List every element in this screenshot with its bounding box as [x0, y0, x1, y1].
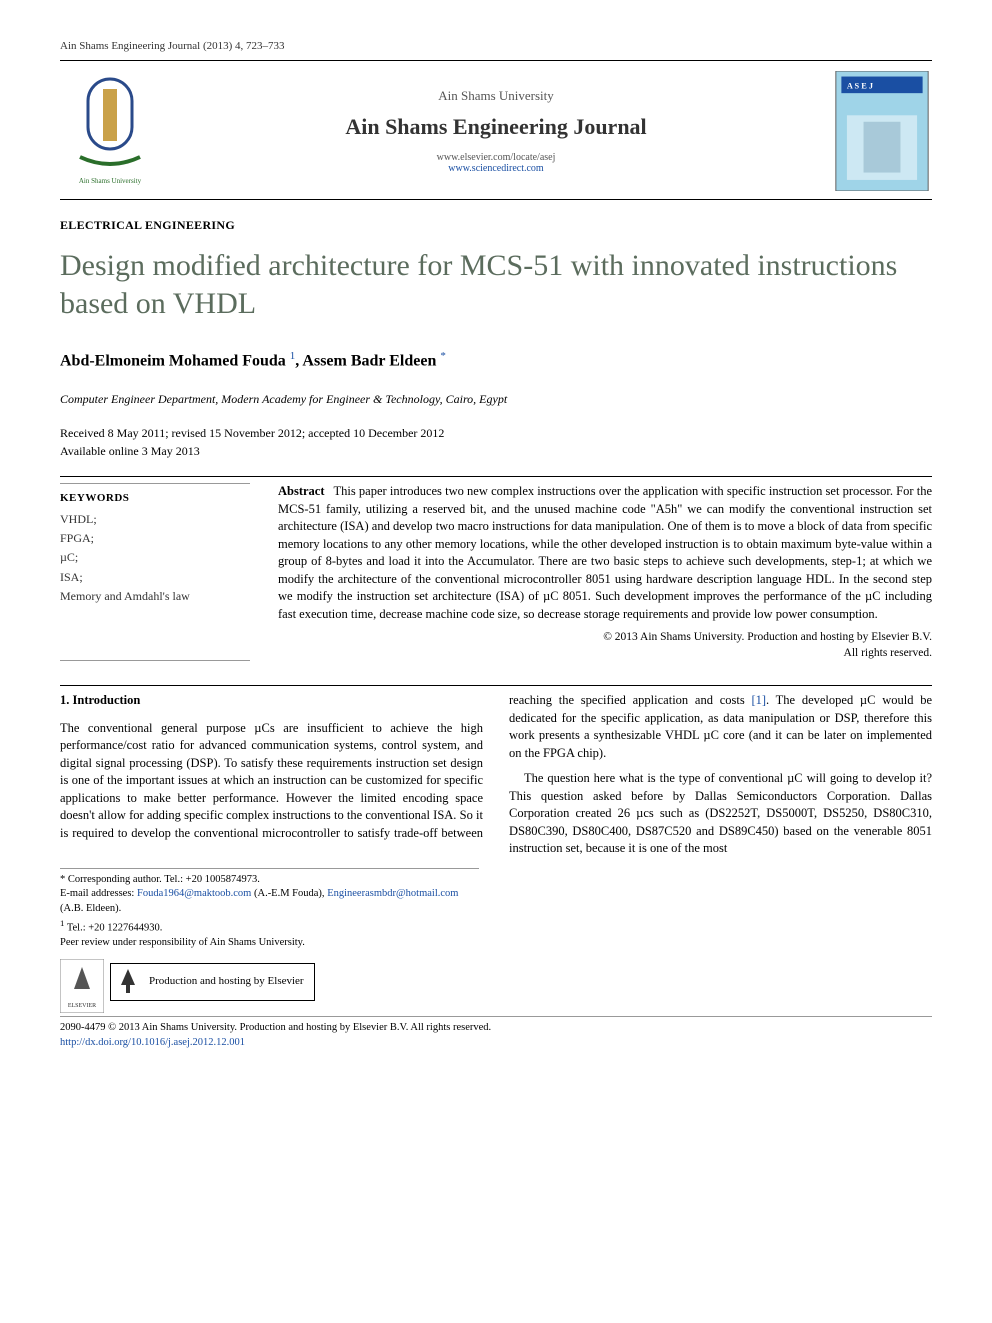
keywords-list: VHDL; FPGA; µC; ISA; Memory and Amdahl's…: [60, 510, 250, 606]
doi-link[interactable]: http://dx.doi.org/10.1016/j.asej.2012.12…: [60, 1037, 245, 1048]
emails-line: E-mail addresses: Fouda1964@maktoob.com …: [60, 887, 479, 916]
copyright-line-1: © 2013 Ain Shams University. Production …: [278, 629, 932, 645]
corresponding-author-note: * Corresponding author. Tel.: +20 100587…: [60, 873, 479, 888]
svg-text:A S E J: A S E J: [847, 82, 873, 91]
rule-header-bottom: [60, 199, 932, 200]
university-logo: Ain Shams University: [60, 71, 160, 191]
elsevier-logo-icon: ELSEVIER: [60, 959, 104, 1013]
intro-heading: 1. Introduction: [60, 692, 483, 710]
dates-received: Received 8 May 2011; revised 15 November…: [60, 425, 932, 442]
footnotes: * Corresponding author. Tel.: +20 100587…: [60, 868, 479, 1003]
page-footer: 2090-4479 © 2013 Ain Shams University. P…: [60, 1016, 932, 1049]
emails-label: E-mail addresses:: [60, 888, 134, 899]
elsevier-tree-icon: [115, 967, 141, 997]
article-dates: Received 8 May 2011; revised 15 November…: [60, 425, 932, 460]
authors: Abd-Elmoneim Mohamed Fouda 1, Assem Badr…: [60, 350, 932, 370]
journal-link-sciencedirect[interactable]: www.sciencedirect.com: [176, 163, 816, 174]
rule-top: [60, 60, 932, 61]
journal-link-elsevier[interactable]: www.elsevier.com/locate/asej: [437, 152, 556, 163]
hosting-badge: Production and hosting by Elsevier: [110, 963, 315, 1001]
copyright-line-2: All rights reserved.: [278, 645, 932, 661]
intro-paragraph-2: The question here what is the type of co…: [509, 770, 932, 858]
email-link-1[interactable]: Fouda1964@maktoob.com: [137, 888, 251, 899]
email-1-who: (A.-E.M Fouda),: [251, 888, 327, 899]
rule-post-abstract: [60, 685, 932, 686]
abstract-label: Abstract: [278, 484, 325, 498]
rule-pre-abstract: [60, 476, 932, 477]
hosting-text: Production and hosting by Elsevier: [149, 974, 304, 989]
author-1: Abd-Elmoneim Mohamed Fouda: [60, 352, 286, 369]
article-title: Design modified architecture for MCS-51 …: [60, 247, 932, 322]
svg-text:Ain Shams University: Ain Shams University: [79, 177, 142, 185]
journal-reference: Ain Shams Engineering Journal (2013) 4, …: [60, 40, 932, 52]
peer-review-note: Peer review under responsibility of Ain …: [60, 936, 479, 951]
abstract-copyright: © 2013 Ain Shams University. Production …: [278, 629, 932, 661]
footer-copyright: 2090-4479 © 2013 Ain Shams University. P…: [60, 1021, 932, 1035]
footnote-1: 1 Tel.: +20 1227644930.: [60, 917, 479, 936]
abstract: Abstract This paper introduces two new c…: [278, 483, 932, 661]
journal-cover-thumbnail: A S E J: [832, 71, 932, 191]
keyword-item: Memory and Amdahl's law: [60, 587, 250, 606]
author-2: Assem Badr Eldeen: [302, 352, 436, 369]
dates-online: Available online 3 May 2013: [60, 443, 932, 460]
author-2-affmark[interactable]: *: [440, 350, 446, 362]
keywords-box: KEYWORDS VHDL; FPGA; µC; ISA; Memory and…: [60, 483, 250, 661]
university-name: Ain Shams University: [176, 88, 816, 104]
keywords-heading: KEYWORDS: [60, 492, 250, 504]
keyword-item: FPGA;: [60, 529, 250, 548]
email-link-2[interactable]: Engineerasmbdr@hotmail.com: [327, 888, 458, 899]
citation-link-1[interactable]: [1]: [751, 693, 766, 707]
body-text: 1. Introduction The conventional general…: [60, 692, 932, 858]
author-1-affmark[interactable]: 1: [290, 350, 296, 362]
affiliation: Computer Engineer Department, Modern Aca…: [60, 392, 932, 407]
svg-text:ELSEVIER: ELSEVIER: [68, 1003, 96, 1009]
email-2-who: (A.B. Eldeen).: [60, 903, 121, 914]
abstract-text: This paper introduces two new complex in…: [278, 484, 932, 621]
journal-name: Ain Shams Engineering Journal: [176, 114, 816, 140]
article-section: ELECTRICAL ENGINEERING: [60, 218, 932, 233]
journal-header: Ain Shams University Ain Shams Universit…: [60, 71, 932, 191]
keyword-item: VHDL;: [60, 510, 250, 529]
keyword-item: µC;: [60, 548, 250, 567]
keyword-item: ISA;: [60, 568, 250, 587]
